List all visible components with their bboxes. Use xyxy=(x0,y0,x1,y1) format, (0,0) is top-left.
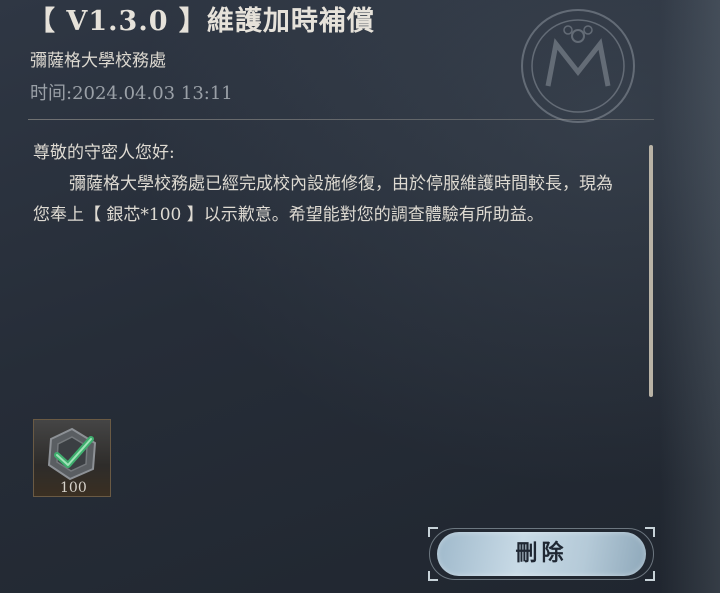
attachment-count: 100 xyxy=(60,480,87,496)
header-divider xyxy=(28,119,654,120)
mail-greeting: 尊敬的守密人您好: xyxy=(33,143,175,163)
mail-content: 彌薩格大學校務處已經完成校內設施修復，由於停服維護時間較長，現為您奉上【 銀芯*… xyxy=(33,174,613,225)
time-value: 2024.04.03 13:11 xyxy=(72,83,233,104)
delete-button-label: 刪除 xyxy=(515,540,568,566)
time-label: 时间: xyxy=(30,83,73,104)
attachment-item[interactable]: 100 xyxy=(33,419,111,497)
body-scrollbar[interactable] xyxy=(649,145,653,397)
right-edge-panel xyxy=(660,0,720,593)
university-emblem-icon xyxy=(521,9,635,123)
mail-title: 【 V1.3.0 】維護加時補償 xyxy=(28,6,375,37)
delete-button[interactable]: 刪除 xyxy=(428,527,655,581)
mail-body: 尊敬的守密人您好: 彌薩格大學校務處已經完成校內設施修復，由於停服維護時間較長，… xyxy=(33,138,623,231)
mail-time-row: 时间:2024.04.03 13:11 xyxy=(30,80,233,108)
mail-sender: 彌薩格大學校務處 xyxy=(30,51,166,71)
silver-core-icon xyxy=(47,427,97,481)
